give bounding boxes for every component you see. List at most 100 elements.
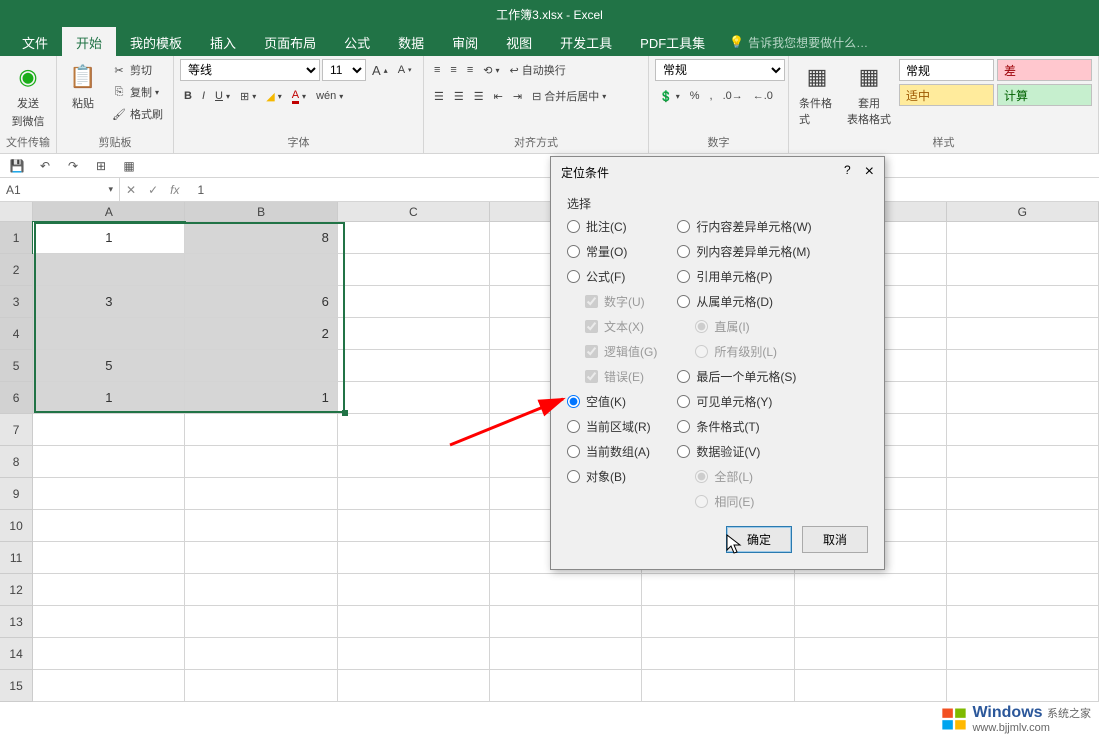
col-header-C[interactable]: C: [338, 202, 490, 221]
cell-A2[interactable]: [33, 254, 185, 286]
cell-C5[interactable]: [338, 350, 490, 382]
tab-devtools[interactable]: 开发工具: [546, 27, 626, 58]
increase-font-button[interactable]: A▴: [368, 59, 392, 81]
cell-B7[interactable]: [185, 414, 337, 446]
fx-button[interactable]: fx: [170, 183, 179, 197]
cell-C12[interactable]: [338, 574, 490, 606]
cell-A14[interactable]: [33, 638, 185, 670]
save-button[interactable]: 💾: [8, 157, 26, 175]
cell-G11[interactable]: [947, 542, 1099, 574]
cell-C7[interactable]: [338, 414, 490, 446]
row-header-13[interactable]: 13: [0, 606, 33, 638]
bold-button[interactable]: B: [180, 85, 196, 107]
fill-color-button[interactable]: ◢▾: [262, 85, 285, 107]
cell-C2[interactable]: [338, 254, 490, 286]
cell-E12[interactable]: [642, 574, 794, 606]
radio-precedents[interactable]: 引用单元格(P): [677, 268, 811, 285]
copy-button[interactable]: ⎘复制▾: [107, 81, 167, 103]
tab-review[interactable]: 审阅: [438, 27, 492, 58]
cell-G14[interactable]: [947, 638, 1099, 670]
cell-C14[interactable]: [338, 638, 490, 670]
radio-current-array[interactable]: 当前数组(A): [567, 443, 657, 460]
cell-D12[interactable]: [490, 574, 642, 606]
cell-A3[interactable]: 3: [33, 286, 185, 318]
tab-data[interactable]: 数据: [384, 27, 438, 58]
cell-G1[interactable]: [947, 222, 1099, 254]
tab-insert[interactable]: 插入: [196, 27, 250, 58]
radio-last-cell[interactable]: 最后一个单元格(S): [677, 368, 811, 385]
tab-view[interactable]: 视图: [492, 27, 546, 58]
cell-G13[interactable]: [947, 606, 1099, 638]
comma-button[interactable]: ,: [706, 85, 717, 107]
currency-button[interactable]: 💲▾: [655, 85, 684, 107]
decrease-font-button[interactable]: A▾: [394, 59, 416, 81]
row-header-9[interactable]: 9: [0, 478, 33, 510]
cell-G12[interactable]: [947, 574, 1099, 606]
cell-C15[interactable]: [338, 670, 490, 702]
cell-A10[interactable]: [33, 510, 185, 542]
cell-A7[interactable]: [33, 414, 185, 446]
cell-G2[interactable]: [947, 254, 1099, 286]
cell-B15[interactable]: [185, 670, 337, 702]
underline-button[interactable]: U▾: [211, 85, 234, 107]
increase-indent-button[interactable]: ⇥: [509, 85, 526, 107]
redo-button[interactable]: ↷: [64, 157, 82, 175]
cell-A11[interactable]: [33, 542, 185, 574]
row-header-5[interactable]: 5: [0, 350, 33, 382]
radio-col-diff[interactable]: 列内容差异单元格(M): [677, 243, 811, 260]
qat-button-1[interactable]: ⊞: [92, 157, 110, 175]
cell-C10[interactable]: [338, 510, 490, 542]
align-top-button[interactable]: ≡: [430, 59, 444, 81]
name-box[interactable]: A1 ▾: [0, 178, 120, 201]
cell-A12[interactable]: [33, 574, 185, 606]
tab-pdf[interactable]: PDF工具集: [626, 27, 719, 58]
cell-B10[interactable]: [185, 510, 337, 542]
tab-file[interactable]: 文件: [8, 27, 62, 58]
cell-F15[interactable]: [795, 670, 947, 702]
row-header-4[interactable]: 4: [0, 318, 33, 350]
cell-A5[interactable]: 5: [33, 350, 185, 382]
row-header-2[interactable]: 2: [0, 254, 33, 286]
cell-G9[interactable]: [947, 478, 1099, 510]
row-header-1[interactable]: 1: [0, 222, 33, 254]
radio-blanks[interactable]: 空值(K): [567, 393, 657, 410]
cell-D14[interactable]: [490, 638, 642, 670]
cell-C11[interactable]: [338, 542, 490, 574]
cell-B2[interactable]: [185, 254, 337, 286]
cell-G3[interactable]: [947, 286, 1099, 318]
cell-B11[interactable]: [185, 542, 337, 574]
dialog-titlebar[interactable]: 定位条件 ? ×: [551, 157, 884, 187]
cell-F14[interactable]: [795, 638, 947, 670]
cell-B4[interactable]: 2: [185, 318, 337, 350]
cell-C6[interactable]: [338, 382, 490, 414]
italic-button[interactable]: I: [198, 85, 209, 107]
border-button[interactable]: ⊞▾: [236, 85, 260, 107]
cell-C1[interactable]: [338, 222, 490, 254]
cell-G6[interactable]: [947, 382, 1099, 414]
table-format-button[interactable]: ▦ 套用 表格格式: [843, 59, 895, 129]
radio-dependents[interactable]: 从属单元格(D): [677, 293, 811, 310]
cell-G10[interactable]: [947, 510, 1099, 542]
close-icon[interactable]: ×: [865, 163, 874, 181]
cell-B3[interactable]: 6: [185, 286, 337, 318]
cell-B13[interactable]: [185, 606, 337, 638]
font-size-select[interactable]: 11: [322, 59, 366, 81]
cell-E13[interactable]: [642, 606, 794, 638]
cell-F12[interactable]: [795, 574, 947, 606]
row-header-8[interactable]: 8: [0, 446, 33, 478]
cell-B6[interactable]: 1: [185, 382, 337, 414]
style-normal[interactable]: 常规: [899, 59, 994, 81]
col-header-B[interactable]: B: [185, 202, 337, 221]
radio-comments[interactable]: 批注(C): [567, 218, 657, 235]
style-bad[interactable]: 差: [997, 59, 1092, 81]
cell-B14[interactable]: [185, 638, 337, 670]
cell-G4[interactable]: [947, 318, 1099, 350]
cut-button[interactable]: ✂剪切: [107, 59, 167, 81]
tab-formulas[interactable]: 公式: [330, 27, 384, 58]
cell-B1[interactable]: 8: [185, 222, 337, 254]
row-header-3[interactable]: 3: [0, 286, 33, 318]
cancel-formula-button[interactable]: ✕: [126, 183, 136, 197]
ok-button[interactable]: 确定: [726, 526, 792, 553]
cell-C8[interactable]: [338, 446, 490, 478]
row-header-14[interactable]: 14: [0, 638, 33, 670]
